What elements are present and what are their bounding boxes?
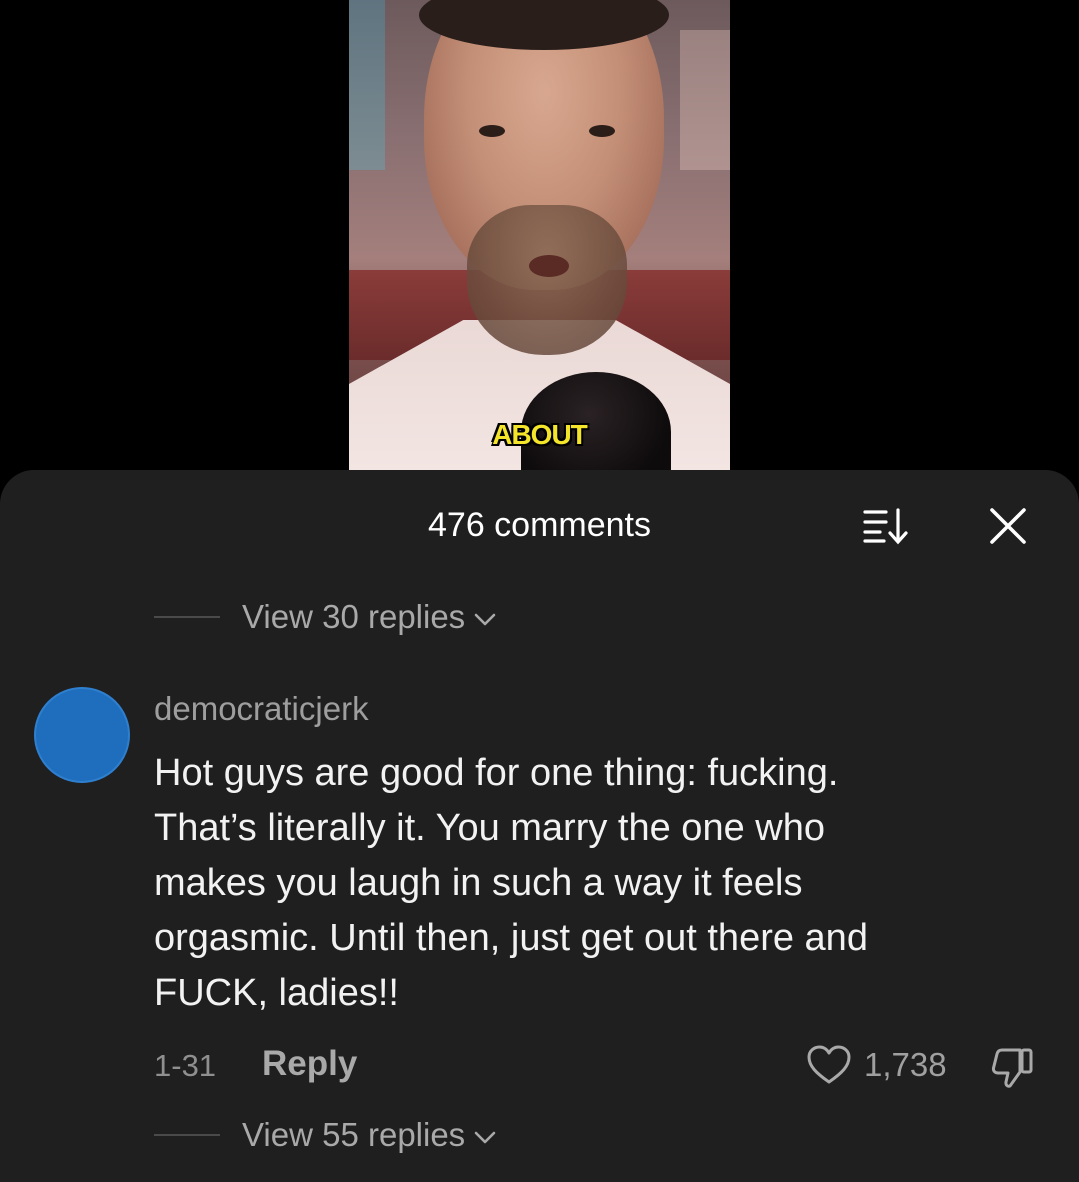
heart-icon <box>807 1045 851 1084</box>
replies-divider <box>154 1134 220 1136</box>
video-caption: ABOUT <box>492 419 588 450</box>
reply-button[interactable]: Reply <box>262 1044 357 1084</box>
comment-body: Hot guys are good for one thing: fucking… <box>154 746 1034 1021</box>
background-artwork <box>680 30 730 170</box>
close-icon <box>990 508 1026 544</box>
chevron-down-icon <box>474 1131 496 1144</box>
view-replies-label: View 30 replies <box>242 598 466 635</box>
comment-line: makes you laugh in such a way it feels <box>154 862 803 904</box>
replies-divider <box>154 616 220 618</box>
comment-line: Hot guys are good for one thing: fucking… <box>154 752 839 794</box>
speaker-eye-right <box>589 125 615 137</box>
like-count: 1,738 <box>864 1046 947 1083</box>
comment-username[interactable]: democraticjerk <box>154 690 369 728</box>
close-button[interactable] <box>988 506 1028 546</box>
chevron-down-icon <box>474 613 496 626</box>
comment-date: 1-31 <box>154 1048 217 1083</box>
speaker-eye-left <box>479 125 505 137</box>
sort-button[interactable] <box>860 506 914 546</box>
screen: ABOUT 476 comments View 30 replies democ… <box>0 0 1079 1182</box>
comment-line: That’s literally it. You marry the one w… <box>154 807 825 849</box>
dislike-button[interactable] <box>990 1046 1036 1090</box>
background-wall <box>349 0 385 170</box>
video-player[interactable]: ABOUT <box>349 0 730 470</box>
comments-count-title: 476 comments <box>428 506 651 544</box>
comment-line: orgasmic. Until then, just get out there… <box>154 917 868 959</box>
comment-line: FUCK, ladies!! <box>154 972 399 1014</box>
view-replies-label: View 55 replies <box>242 1116 466 1153</box>
view-replies-bottom[interactable]: View 55 replies <box>154 1116 497 1154</box>
comments-sheet: 476 comments View 30 replies democraticj… <box>0 470 1079 1182</box>
speaker-beard <box>467 205 627 355</box>
avatar[interactable] <box>34 687 130 783</box>
like-button[interactable]: 1,738 <box>806 1044 947 1086</box>
view-replies-top[interactable]: View 30 replies <box>154 598 497 636</box>
sort-icon <box>863 508 908 545</box>
thumbs-down-icon <box>991 1048 1033 1088</box>
speaker-mouth <box>529 255 569 277</box>
